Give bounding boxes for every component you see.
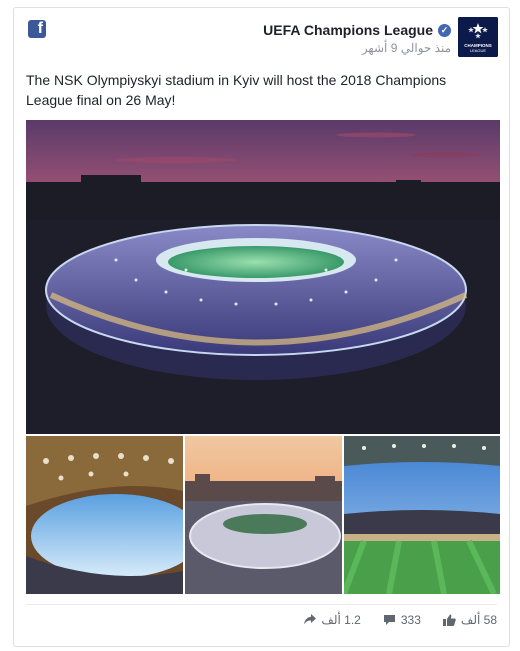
thumbnail-roof-photo[interactable] <box>26 436 183 594</box>
shares-value: 1.2 ألف <box>321 612 361 627</box>
stadium-aerial-image <box>26 120 500 434</box>
post-footer: 1.2 ألف 333 58 ألف <box>26 604 497 634</box>
page-name[interactable]: UEFA Champions League <box>263 22 433 38</box>
stadium-roof-image <box>26 436 183 594</box>
facebook-post-card: f UEFA Champions League ✓ منذ حوالي 9 أش… <box>13 7 510 647</box>
page-avatar[interactable]: CHAMPIONS LEAGUE <box>458 17 498 57</box>
post-text: The NSK Olympiyskyi stadium in Kyiv will… <box>26 72 447 108</box>
thumbnail-sunset-photo[interactable] <box>185 436 342 594</box>
likes-value: 58 ألف <box>460 612 497 627</box>
main-stadium-photo[interactable] <box>26 120 500 434</box>
svg-text:LEAGUE: LEAGUE <box>470 48 487 53</box>
stadium-pitch-image <box>344 436 500 594</box>
shares-count[interactable]: 1.2 ألف <box>304 612 361 627</box>
comment-bubble-icon <box>383 614 395 625</box>
post-timestamp[interactable]: منذ حوالي 9 أشهر <box>263 41 451 55</box>
thumbs-up-icon <box>442 614 456 626</box>
share-arrow-icon <box>304 614 317 625</box>
facebook-icon[interactable]: f <box>28 20 46 38</box>
verified-badge-icon: ✓ <box>438 23 451 37</box>
post-header: UEFA Champions League ✓ منذ حوالي 9 أشهر <box>263 22 451 55</box>
likes-count[interactable]: 58 ألف <box>442 612 497 627</box>
stadium-sunset-image <box>185 436 342 594</box>
thumbnail-pitch-photo[interactable] <box>344 436 500 594</box>
champions-league-logo: CHAMPIONS LEAGUE <box>458 17 498 57</box>
comments-count[interactable]: 333 <box>383 613 421 627</box>
comments-value: 333 <box>400 612 421 627</box>
